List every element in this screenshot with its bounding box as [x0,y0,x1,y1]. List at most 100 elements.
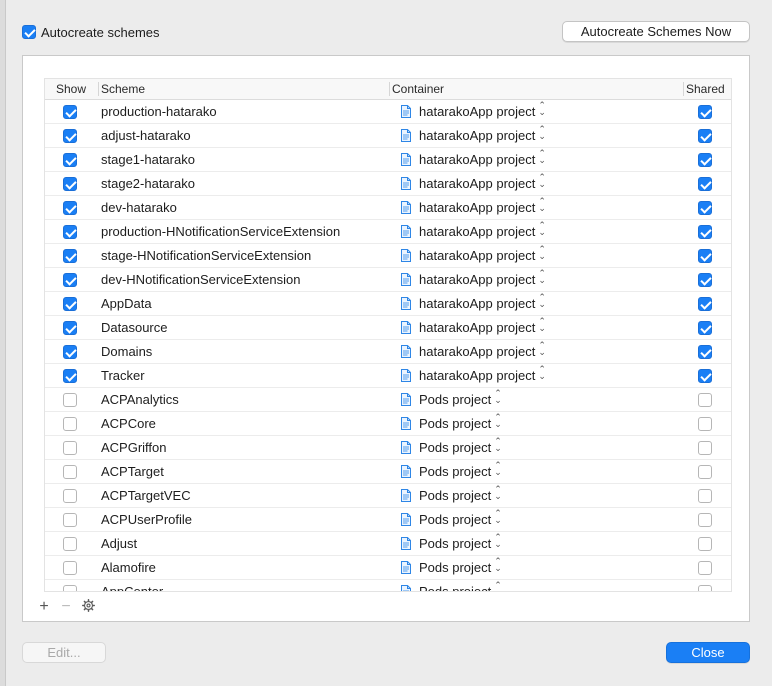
scheme-name[interactable]: Tracker [101,364,145,387]
show-checkbox[interactable] [63,393,77,407]
show-checkbox[interactable] [63,297,77,311]
container-popup[interactable]: hatarakoApp project ⌃ ⌄ [419,316,546,339]
scheme-name[interactable]: dev-HNotificationServiceExtension [101,268,300,291]
scheme-name[interactable]: dev-hatarako [101,196,177,219]
shared-checkbox[interactable] [698,369,712,383]
shared-checkbox[interactable] [698,153,712,167]
container-popup[interactable]: Pods project ⌃ ⌄ [419,508,502,531]
shared-checkbox[interactable] [698,225,712,239]
shared-checkbox[interactable] [698,105,712,119]
autocreate-schemes-now-button[interactable]: Autocreate Schemes Now [562,21,750,42]
shared-checkbox[interactable] [698,441,712,455]
container-popup[interactable]: hatarakoApp project ⌃ ⌄ [419,100,546,123]
table-row[interactable]: ACPGriffon Pods project ⌃ ⌄ [45,436,731,460]
shared-checkbox[interactable] [698,417,712,431]
show-checkbox[interactable] [63,225,77,239]
show-checkbox[interactable] [63,321,77,335]
scheme-name[interactable]: ACPUserProfile [101,508,192,531]
container-popup[interactable]: Pods project ⌃ ⌄ [419,436,502,459]
container-popup[interactable]: Pods project ⌃ ⌄ [419,412,502,435]
shared-checkbox[interactable] [698,273,712,287]
show-checkbox[interactable] [63,537,77,551]
table-row[interactable]: production-hatarako hatarakoApp project ⌃ ⌄ [45,100,731,124]
scheme-name[interactable]: stage2-hatarako [101,172,195,195]
container-popup[interactable]: hatarakoApp project ⌃ ⌄ [419,172,546,195]
scheme-name[interactable]: AppCenter [101,580,163,591]
container-popup[interactable]: hatarakoApp project ⌃ ⌄ [419,340,546,363]
show-checkbox[interactable] [63,201,77,215]
scheme-name[interactable]: Alamofire [101,556,156,579]
show-checkbox[interactable] [63,513,77,527]
column-header-scheme[interactable]: Scheme [97,79,145,99]
table-row[interactable]: dev-hatarako hatarakoApp project ⌃ ⌄ [45,196,731,220]
container-popup[interactable]: hatarakoApp project ⌃ ⌄ [419,244,546,267]
show-checkbox[interactable] [63,369,77,383]
shared-checkbox[interactable] [698,321,712,335]
add-scheme-button[interactable]: + [33,599,55,615]
scheme-name[interactable]: Domains [101,340,152,363]
show-checkbox[interactable] [63,417,77,431]
show-checkbox[interactable] [63,441,77,455]
table-row[interactable]: Domains hatarakoApp project ⌃ ⌄ [45,340,731,364]
table-row[interactable]: stage1-hatarako hatarakoApp project ⌃ ⌄ [45,148,731,172]
remove-scheme-button[interactable]: − [55,599,77,615]
shared-checkbox[interactable] [698,513,712,527]
show-checkbox[interactable] [63,129,77,143]
shared-checkbox[interactable] [698,561,712,575]
shared-checkbox[interactable] [698,249,712,263]
show-checkbox[interactable] [63,561,77,575]
table-row[interactable]: Adjust Pods project ⌃ ⌄ [45,532,731,556]
table-row[interactable]: production-HNotificationServiceExtension… [45,220,731,244]
shared-checkbox[interactable] [698,297,712,311]
container-popup[interactable]: hatarakoApp project ⌃ ⌄ [419,148,546,171]
table-row[interactable]: adjust-hatarako hatarakoApp project ⌃ ⌄ [45,124,731,148]
show-checkbox[interactable] [63,465,77,479]
scheme-name[interactable]: Datasource [101,316,167,339]
show-checkbox[interactable] [63,273,77,287]
column-header-container[interactable]: Container [388,79,444,99]
table-row[interactable]: ACPUserProfile Pods project ⌃ ⌄ [45,508,731,532]
shared-checkbox[interactable] [698,537,712,551]
scheme-name[interactable]: ACPGriffon [101,436,167,459]
show-checkbox[interactable] [63,105,77,119]
show-checkbox[interactable] [63,585,77,591]
scheme-name[interactable]: ACPCore [101,412,156,435]
scheme-name[interactable]: ACPAnalytics [101,388,179,411]
container-popup[interactable]: Pods project ⌃ ⌄ [419,532,502,555]
shared-checkbox[interactable] [698,585,712,591]
shared-checkbox[interactable] [698,489,712,503]
table-row[interactable]: AppCenter Pods project ⌃ ⌄ [45,580,731,592]
scheme-name[interactable]: ACPTarget [101,460,164,483]
show-checkbox[interactable] [63,345,77,359]
schemes-table[interactable]: Show Scheme Container Shared production-… [44,78,732,592]
container-popup[interactable]: hatarakoApp project ⌃ ⌄ [419,364,546,387]
scheme-name[interactable]: ACPTargetVEC [101,484,191,507]
table-row[interactable]: ACPAnalytics Pods project ⌃ ⌄ [45,388,731,412]
scheme-name[interactable]: stage1-hatarako [101,148,195,171]
container-popup[interactable]: hatarakoApp project ⌃ ⌄ [419,268,546,291]
container-popup[interactable]: Pods project ⌃ ⌄ [419,580,502,592]
show-checkbox[interactable] [63,249,77,263]
show-checkbox[interactable] [63,177,77,191]
shared-checkbox[interactable] [698,393,712,407]
table-row[interactable]: stage-HNotificationServiceExtension hatar… [45,244,731,268]
container-popup[interactable]: Pods project ⌃ ⌄ [419,484,502,507]
container-popup[interactable]: Pods project ⌃ ⌄ [419,460,502,483]
shared-checkbox[interactable] [698,129,712,143]
scheme-name[interactable]: adjust-hatarako [101,124,191,147]
container-popup[interactable]: Pods project ⌃ ⌄ [419,556,502,579]
scheme-name[interactable]: production-hatarako [101,100,217,123]
shared-checkbox[interactable] [698,345,712,359]
shared-checkbox[interactable] [698,201,712,215]
table-row[interactable]: stage2-hatarako hatarakoApp project ⌃ ⌄ [45,172,731,196]
autocreate-schemes-checkbox[interactable] [22,25,36,39]
edit-button[interactable]: Edit... [22,642,106,663]
settings-button[interactable] [77,598,99,616]
column-header-show[interactable]: Show [56,79,86,99]
container-popup[interactable]: hatarakoApp project ⌃ ⌄ [419,292,546,315]
container-popup[interactable]: hatarakoApp project ⌃ ⌄ [419,124,546,147]
shared-checkbox[interactable] [698,465,712,479]
table-row[interactable]: ACPCore Pods project ⌃ ⌄ [45,412,731,436]
table-row[interactable]: ACPTargetVEC Pods project ⌃ ⌄ [45,484,731,508]
table-row[interactable]: ACPTarget Pods project ⌃ ⌄ [45,460,731,484]
